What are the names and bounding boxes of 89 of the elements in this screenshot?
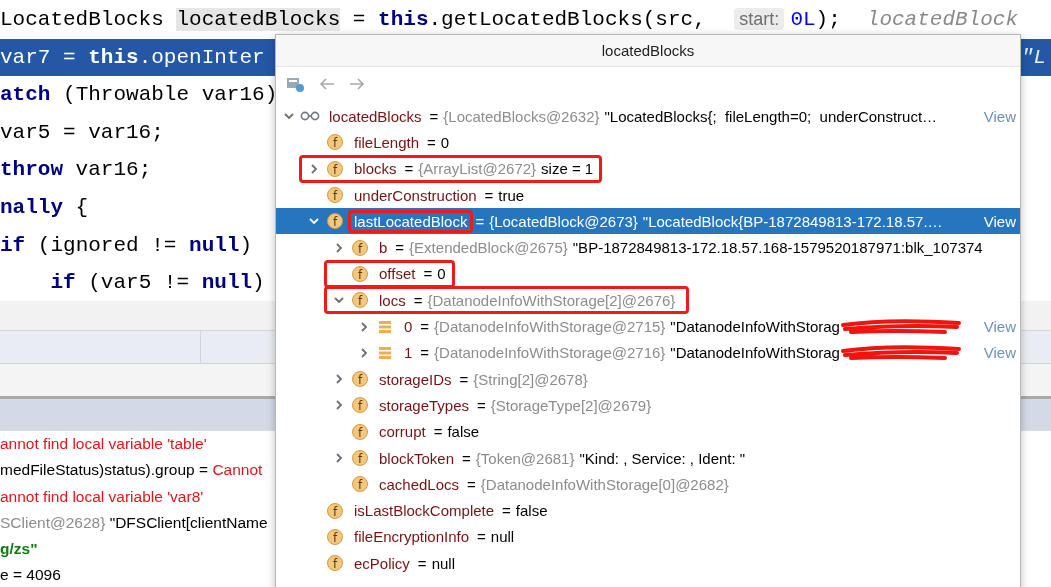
chevron-right-icon[interactable] (333, 241, 345, 254)
field-badge: f (327, 160, 343, 177)
tree-row[interactable]: f storageTypes = {StorageType[2]@2679} (276, 392, 1020, 419)
chevron-right-icon[interactable] (333, 452, 345, 464)
tree-row[interactable]: f isLastBlockComplete = false (276, 497, 1020, 524)
variable-name: blocks (353, 159, 398, 180)
variable-name: isLastBlockComplete (353, 501, 496, 522)
code-line: nally { (0, 194, 89, 221)
tree-row[interactable]: f corrupt = false (276, 418, 1020, 445)
tree-row[interactable]: f cachedLocs = {DatanodeInfoWithStorage[0]@2682} (276, 471, 1020, 498)
variable-name: lastLocatedBlock (348, 209, 474, 233)
variable-value: = 0 (426, 133, 450, 151)
list-icon (378, 319, 392, 334)
list-icon (378, 345, 392, 360)
tree-row[interactable]: f blocks = {ArrayList@2672} size = 1 (276, 155, 1020, 182)
code-line: if (ignored != null) (0, 232, 253, 259)
variable-name: fileEncryptionInfo (353, 527, 471, 548)
variable-name: cachedLocs (378, 474, 461, 495)
tree-row[interactable]: f fileLength = 0 (276, 129, 1020, 156)
popup-title: locatedBlocks (601, 42, 695, 59)
code-line: var5 = var16; (0, 119, 164, 146)
field-badge: f (327, 213, 343, 230)
tree-row[interactable]: f lastLocatedBlock = {LocatedBlock@2673} "LocatedBlock{BP-1872849813-172.18.57.… View (276, 208, 1020, 235)
variable-name: storageTypes (378, 395, 471, 416)
field-badge: f (327, 187, 343, 204)
variable-value: = null (416, 554, 455, 572)
variable-name: storageIDs (378, 369, 453, 390)
tree-row[interactable]: f locs = {DatanodeInfoWithStorage[2]@2676} (276, 287, 1020, 314)
variable-value: = {ExtendedBlock@2675} "BP-1872849813-172.18.57.168-1579520187971:blk_107374 (394, 239, 983, 257)
field-badge: f (352, 476, 368, 493)
field-badge: f (352, 423, 368, 440)
variable-name: underConstruction (353, 185, 478, 206)
tree-row[interactable]: f offset = 0 (276, 260, 1020, 288)
code-line: atch (Throwable var16) (0, 82, 278, 109)
variable-value: = null (476, 528, 515, 546)
variable-value: = {Token@2681} "Kind: , Service: , Ident: " (461, 449, 746, 467)
code-line: if (var5 != null) (49, 270, 265, 297)
chevron-right-icon[interactable] (333, 373, 345, 386)
tree-row[interactable]: f storageIDs = {String[2]@2678} (276, 365, 1020, 393)
tree-row[interactable]: f ecPolicy = null (276, 550, 1020, 577)
glasses-icon (300, 111, 320, 122)
tree-row[interactable]: f blockToken = {Token@2681} "Kind: , Service: , Ident: " (276, 444, 1020, 472)
tree-row[interactable]: locatedBlocks = {LocatedBlocks@2632} "LocatedBlocks{; fileLength=0; underConstruct… View (276, 103, 1020, 130)
tree-row[interactable]: 0 = {DatanodeInfoWithStorage@2715} "DatanodeInfoWithStorag View (276, 313, 1020, 340)
field-badge: f (327, 134, 343, 151)
field-badge: f (327, 528, 343, 545)
variable-value: = {DatanodeInfoWithStorage@2716} "DatanodeInfoWithStorag (419, 344, 840, 362)
variable-value: = {StorageType[2]@2679} (476, 396, 653, 414)
field-badge: f (352, 292, 368, 309)
variable-name: ecPolicy (353, 553, 411, 574)
field-badge: f (352, 371, 368, 388)
code-line: var7 = this.openInter (0, 44, 265, 71)
field-badge: f (327, 555, 343, 572)
field-badge: f (352, 450, 368, 466)
variable-value: = {String[2]@2678} (458, 370, 589, 388)
variable-name: locatedBlocks (328, 106, 423, 127)
field-badge: f (352, 397, 368, 414)
variable-name: fileLength (353, 132, 421, 153)
tree-row[interactable]: f underConstruction = true (276, 181, 1020, 209)
variable-value: = {LocatedBlocks@2632} "LocatedBlocks{; fileLength=0; underConstruct… (428, 107, 938, 125)
tree-row[interactable]: 1 = {DatanodeInfoWithStorage@2716} "DatanodeInfoWithStorag View (276, 339, 1020, 366)
variable-name: 1 (403, 343, 414, 364)
variable-value: = 0 (422, 265, 446, 283)
variable-value: = false (432, 423, 480, 441)
variable-name: b (378, 238, 389, 259)
variable-name: corrupt (378, 422, 427, 443)
field-badge: f (352, 265, 368, 282)
variable-name: locs (378, 290, 407, 311)
code-text: "L (1021, 45, 1047, 69)
variable-value: = {DatanodeInfoWithStorage@2715} "DatanodeInfoWithStorag (419, 318, 840, 336)
chevron-right-icon[interactable] (333, 399, 345, 412)
variable-value: = {ArrayList@2672} size = 1 (403, 160, 594, 178)
variable-name: 0 (403, 317, 414, 338)
variable-value: = {DatanodeInfoWithStorage[2]@2676} (412, 291, 677, 309)
tree-row[interactable]: f b = {ExtendedBlock@2675} "BP-1872849813-172.18.57.168-1579520187971:blk_107374 (276, 234, 1020, 261)
variable-name: offset (378, 264, 417, 285)
field-badge: f (352, 239, 368, 256)
chevron-right-icon[interactable] (358, 346, 370, 359)
field-badge: f (327, 502, 343, 519)
variable-value: = true (483, 186, 525, 204)
view-link[interactable]: View (983, 212, 1016, 230)
code-line: throw var16; (0, 157, 152, 184)
tree-row[interactable]: f fileEncryptionInfo = null (276, 523, 1020, 551)
variable-value: = {DatanodeInfoWithStorage[0]@2682} (466, 475, 730, 493)
variable-name: blockToken (378, 448, 456, 469)
variable-value: = false (501, 502, 548, 520)
chevron-right-icon[interactable] (308, 162, 320, 175)
variable-value: = {LocatedBlock@2673} "LocatedBlock{BP-1872849813-172.18.57.… (474, 212, 943, 230)
chevron-right-icon[interactable] (358, 320, 370, 333)
